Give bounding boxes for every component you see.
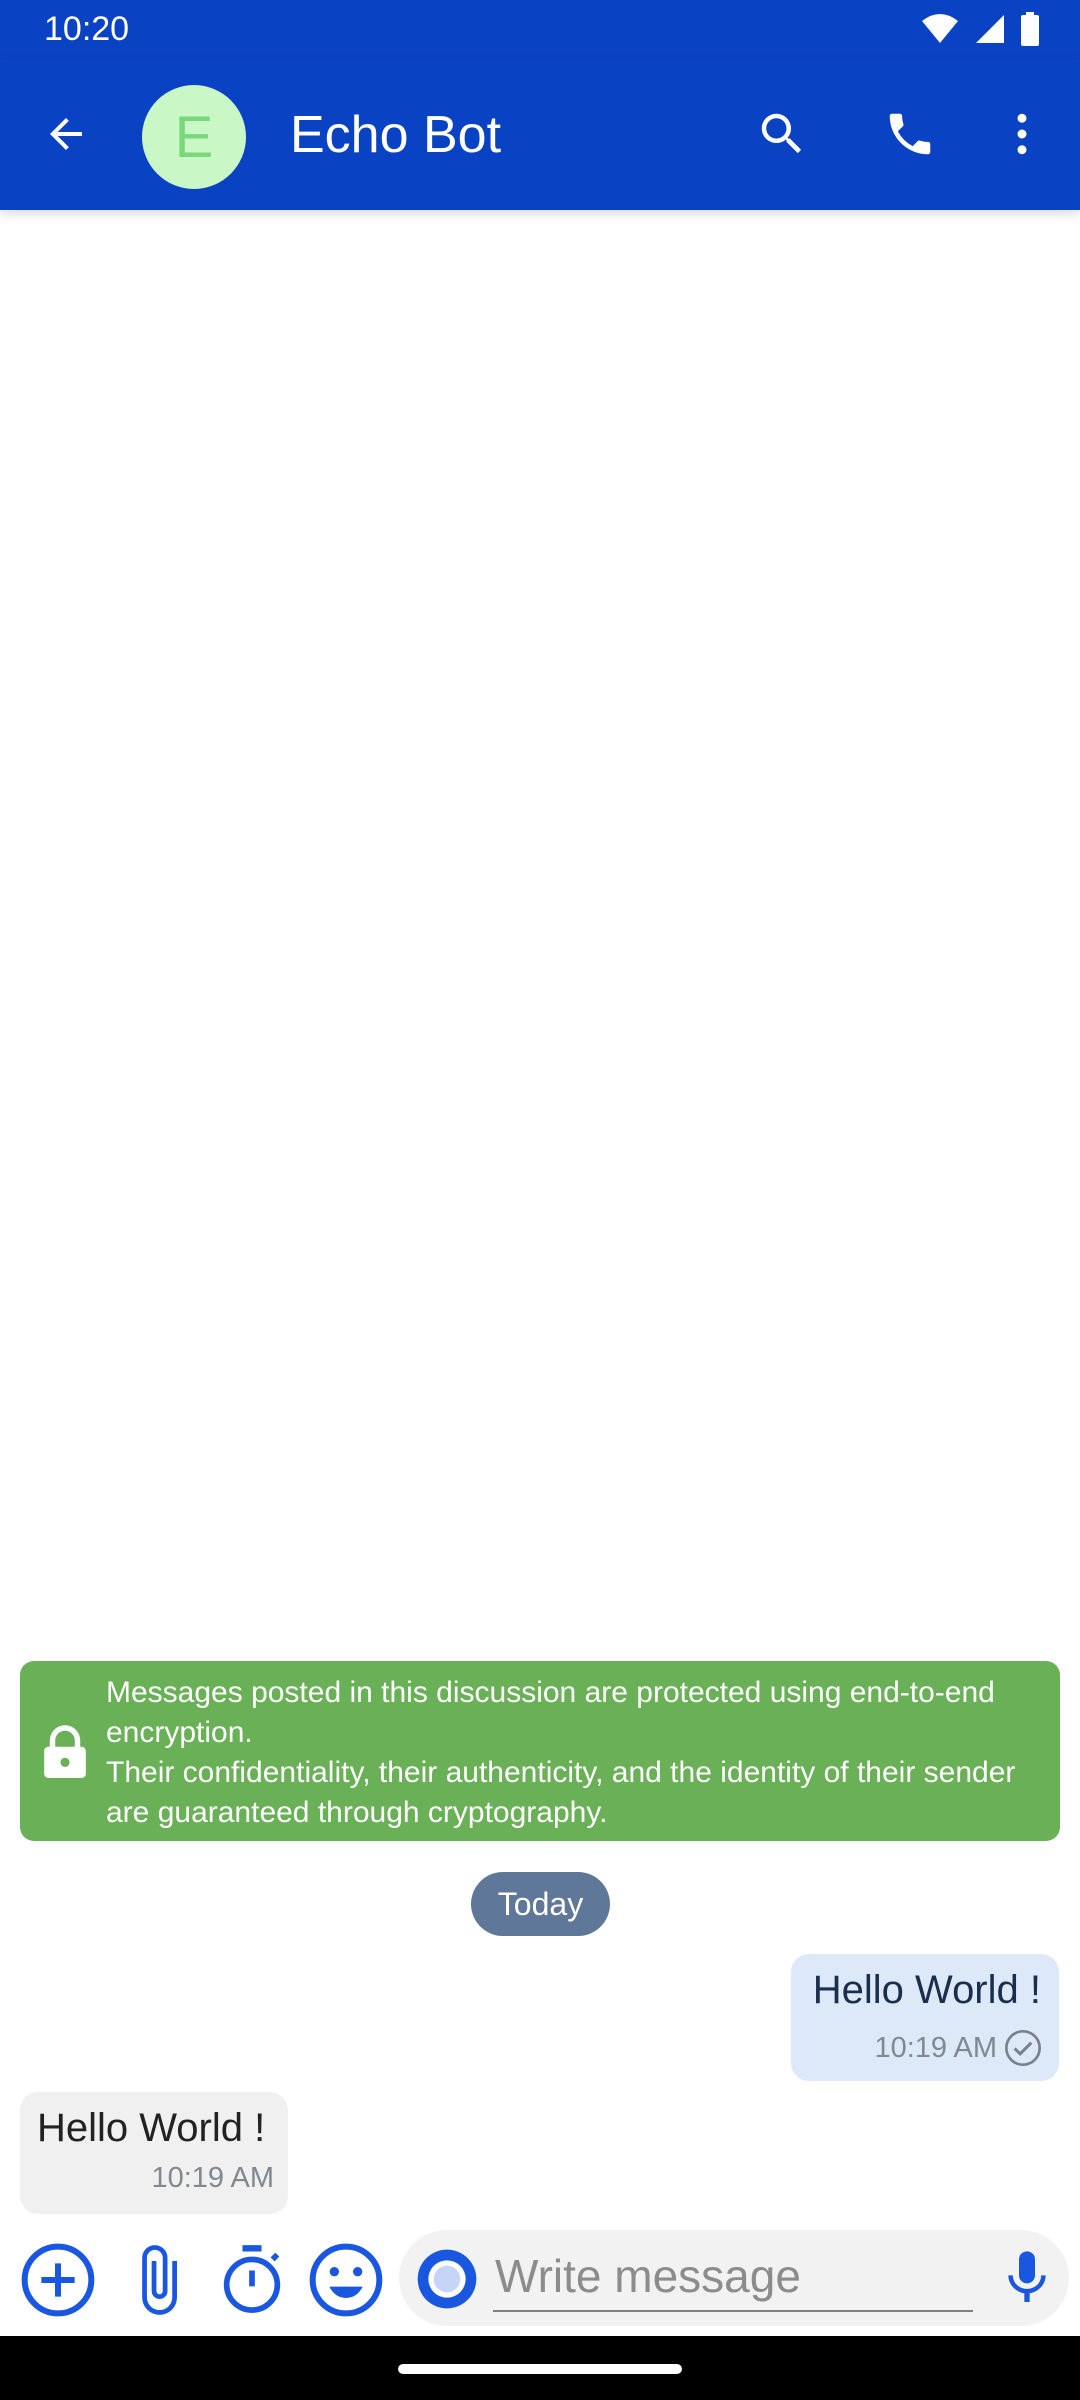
emoji-icon: [309, 2243, 383, 2317]
more-options-button[interactable]: [990, 102, 1054, 166]
back-arrow-icon: [50, 118, 82, 150]
call-button[interactable]: [878, 102, 942, 166]
wifi-icon: [922, 14, 958, 43]
outgoing-message-bubble[interactable]: Hello World ! 10:19 AM: [791, 1954, 1059, 2081]
add-circle-icon: [21, 2243, 95, 2317]
encryption-notice-line1: Messages posted in this discussion are p…: [106, 1676, 995, 1749]
navigation-bar: [0, 2336, 1080, 2400]
status-bar: 10:20: [0, 0, 1080, 60]
timer-icon: [223, 2245, 281, 2313]
phone-icon: [889, 113, 931, 155]
message-input[interactable]: [493, 2242, 973, 2312]
ephemeral-timer-button[interactable]: [212, 2240, 292, 2320]
date-separator: Today: [471, 1872, 610, 1936]
app-bar: E Echo Bot: [0, 60, 1080, 210]
back-button[interactable]: [36, 104, 96, 164]
avatar[interactable]: E: [142, 85, 246, 189]
signal-icon: [976, 15, 1004, 43]
avatar-letter: E: [174, 104, 214, 170]
voice-record-button[interactable]: [993, 2244, 1061, 2312]
message-text: Hello World !: [37, 2106, 266, 2150]
battery-icon: [1021, 12, 1039, 46]
emoji-button[interactable]: [306, 2240, 386, 2320]
screen: 10:20 E Echo Bot Messages posted in this…: [0, 0, 1080, 2400]
attach-button[interactable]: [118, 2240, 198, 2320]
message-time: 10:19 AM: [874, 2031, 997, 2064]
search-button[interactable]: [750, 102, 814, 166]
encryption-notice-text: Messages posted in this discussion are p…: [106, 1673, 1046, 1833]
mic-icon: [1008, 2251, 1046, 2302]
encryption-notice-line2: Their confidentiality, their authenticit…: [106, 1756, 1016, 1829]
chat-title[interactable]: Echo Bot: [290, 105, 501, 165]
encryption-notice: Messages posted in this discussion are p…: [20, 1661, 1060, 1841]
composer-field: [399, 2230, 1069, 2326]
search-icon: [761, 113, 802, 154]
incoming-message-bubble[interactable]: Hello World ! 10:19 AM: [20, 2092, 288, 2214]
check-circle-icon: [1005, 2030, 1041, 2066]
message-meta: 10:19 AM: [874, 2028, 1043, 2068]
more-vert-icon: [1017, 113, 1027, 155]
message-text: Hello World !: [812, 1968, 1041, 2012]
status-icons: [920, 12, 1040, 46]
bots-icon[interactable]: [415, 2247, 479, 2311]
home-gesture-handle[interactable]: [398, 2364, 682, 2374]
message-time: 10:19 AM: [151, 2162, 274, 2194]
paperclip-icon: [142, 2245, 177, 2315]
lock-icon: [44, 1725, 86, 1778]
status-time: 10:20: [44, 10, 130, 48]
add-button[interactable]: [18, 2240, 98, 2320]
